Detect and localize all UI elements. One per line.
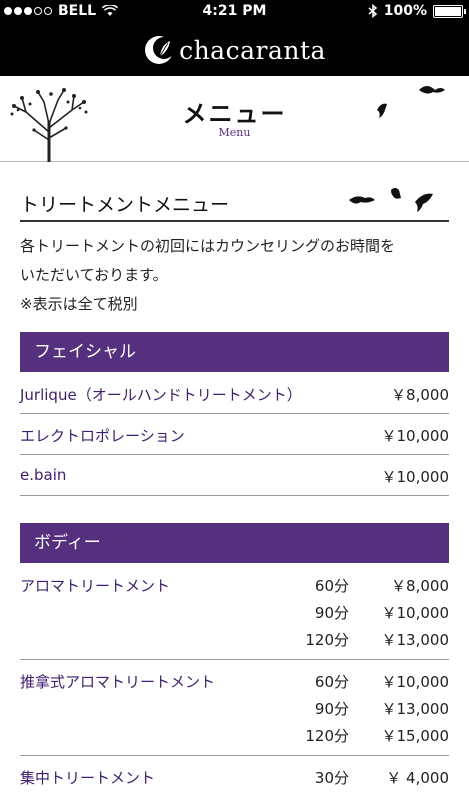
menu-item-name[interactable]: e.bain — [20, 466, 66, 484]
brand-name: chacaranta — [179, 35, 326, 65]
section-title: トリートメントメニュー — [20, 194, 230, 216]
brand-logo-icon — [145, 36, 176, 64]
menu-item-price: ￥13,000 — [381, 700, 450, 718]
intro-line: ※表示は全て税別 — [20, 295, 138, 313]
brand-header[interactable]: chacaranta — [0, 28, 469, 72]
menu-item-name[interactable]: 集中トリートメント — [20, 767, 155, 788]
menu-item-price: ￥15,000 — [381, 727, 450, 745]
menu-item-duration: 90分 — [314, 700, 349, 718]
bluetooth-icon — [368, 4, 377, 18]
menu-item-price: ￥8,000 — [391, 386, 449, 404]
menu-item-name[interactable]: 推拿式アロマトリートメント — [20, 671, 215, 692]
status-right: 100% — [368, 3, 466, 19]
menu-item-price: ￥10,000 — [381, 427, 450, 445]
menu-item-price: ￥8,000 — [391, 577, 449, 595]
category-facial: フェイシャル — [20, 332, 449, 372]
menu-item-duration: 30分 — [314, 769, 349, 787]
battery-percent: 100% — [383, 3, 427, 19]
divider — [20, 454, 449, 455]
menu-item-duration: 90分 — [314, 604, 349, 622]
divider — [20, 495, 449, 496]
section-heading: トリートメントメニュー — [20, 182, 449, 222]
menu-item-price: ￥10,000 — [381, 468, 450, 486]
menu-item-price: ￥10,000 — [381, 673, 450, 691]
top-bar: BELL 4:21 PM 100% chacaranta — [0, 0, 469, 76]
menu-item-price: ￥ 4,000 — [386, 769, 449, 787]
intro-text: 各トリートメントの初回にはカウンセリングのお時間を いただいております。 ※表示… — [20, 232, 450, 319]
birds-icon — [377, 86, 445, 118]
menu-item-duration: 60分 — [314, 577, 349, 595]
divider — [20, 413, 449, 414]
category-body: ボディー — [20, 523, 449, 563]
menu-item-name[interactable]: アロマトリートメント — [20, 575, 170, 596]
page-header: メニュー Menu — [0, 76, 469, 162]
menu-item-duration: 60分 — [314, 673, 349, 691]
menu-item-duration: 120分 — [305, 631, 349, 649]
status-bar: BELL 4:21 PM 100% — [0, 0, 469, 24]
intro-line: 各トリートメントの初回にはカウンセリングのお時間を — [20, 237, 396, 255]
menu-item-name[interactable]: エレクトロポレーション — [20, 425, 185, 446]
menu-item-name[interactable]: Jurlique（オールハンドトリートメント） — [20, 384, 302, 405]
birds-icon — [349, 188, 433, 212]
menu-item-duration: 120分 — [305, 727, 349, 745]
battery-icon — [433, 4, 466, 18]
menu-item-price: ￥10,000 — [381, 604, 450, 622]
divider — [20, 659, 449, 660]
intro-line: いただいております。 — [20, 266, 168, 284]
divider — [20, 755, 449, 756]
menu-item-price: ￥13,000 — [381, 631, 450, 649]
